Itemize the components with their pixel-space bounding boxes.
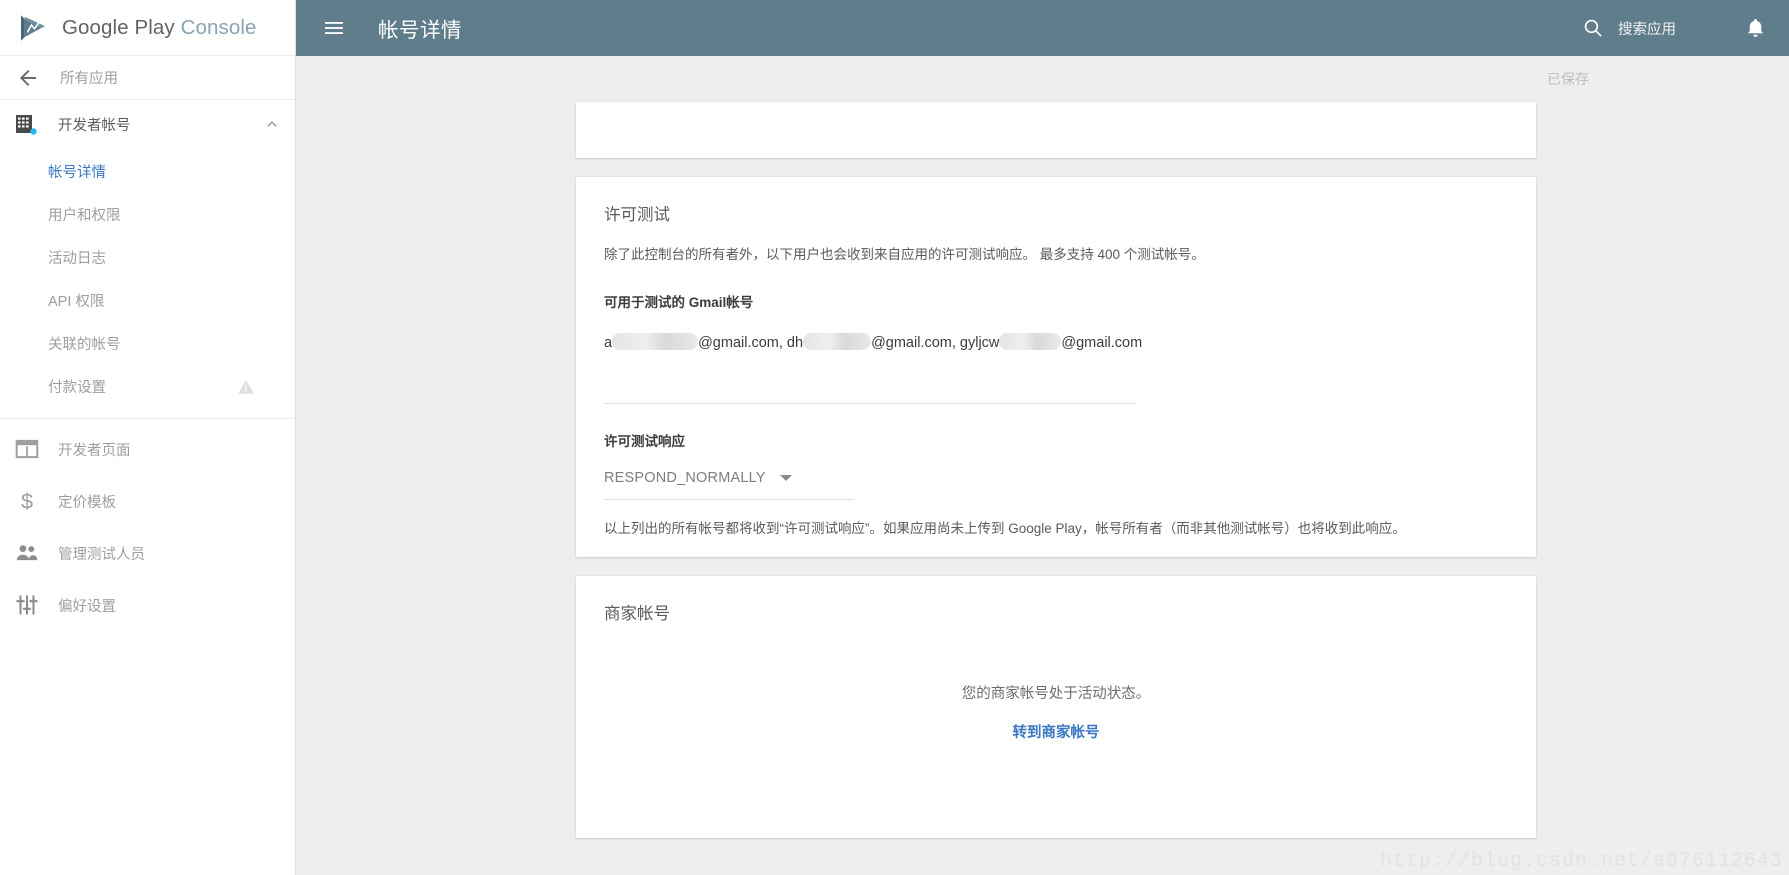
sidebar-item-pricing-templates[interactable]: $ 定价模板 — [0, 475, 295, 527]
sidebar-item-manage-testers[interactable]: 管理测试人员 — [0, 527, 295, 579]
brand-word-google-play: Google Play — [62, 15, 175, 39]
hamburger-menu-icon[interactable] — [322, 16, 346, 40]
sidebar-subitem-label: 用户和权限 — [48, 208, 121, 224]
sidebar-subitem-label: 活动日志 — [48, 251, 106, 267]
merchant-account-title: 商家帐号 — [604, 605, 670, 624]
save-status-row: 已保存 — [296, 56, 1789, 102]
sidebar-item-label: 偏好设置 — [58, 598, 116, 615]
sidebar-subnav: 帐号详情 用户和权限 活动日志 API 权限 关联的帐号 付款设置 — [0, 148, 295, 408]
sidebar-item-api-access[interactable]: API 权限 — [0, 279, 295, 322]
gmail-field-underline — [604, 403, 1136, 405]
sidebar-item-users-permissions[interactable]: 用户和权限 — [0, 193, 295, 236]
search-label: 搜索应用 — [1618, 21, 1676, 38]
gmail-accounts-label: 可用于测试的 Gmail帐号 — [604, 295, 754, 311]
sidebar-subitem-label: 帐号详情 — [48, 165, 106, 181]
license-response-select[interactable]: RESPOND_NORMALLY — [604, 470, 854, 486]
brand-header[interactable]: Google Play Console — [0, 0, 295, 56]
search-icon — [1584, 19, 1602, 37]
bell-icon[interactable] — [1744, 16, 1767, 40]
app-root: Google Play Console 所有应用 开发者帐号 帐号详情 用户和权… — [0, 0, 1789, 875]
sidebar-item-developer-page[interactable]: 开发者页面 — [0, 423, 295, 475]
license-testing-card: 许可测试 除了此控制台的所有者外，以下用户也会收到来自应用的许可测试响应。 最多… — [576, 177, 1536, 558]
sidebar-item-label: 管理测试人员 — [58, 546, 145, 563]
svg-text:$: $ — [21, 489, 33, 514]
sidebar-item-payment-settings[interactable]: 付款设置 — [0, 365, 295, 408]
email-suffix-3: @gmail.com — [1061, 335, 1143, 352]
redaction-block-1 — [612, 333, 699, 351]
sidebar-item-preferences[interactable]: 偏好设置 — [0, 579, 295, 631]
card-previous-section-partial — [576, 102, 1536, 158]
license-response-note: 以上列出的所有帐号都将收到“许可测试响应”。如果应用尚未上传到 Google P… — [604, 521, 1406, 537]
sidebar-item-label: 定价模板 — [58, 494, 116, 511]
merchant-account-body: 您的商家帐号处于活动状态。 转到商家帐号 — [576, 682, 1536, 742]
redaction-block-2 — [803, 333, 872, 351]
chevron-down-icon — [779, 475, 792, 482]
license-response-value: RESPOND_NORMALLY — [604, 470, 766, 487]
sidebar-subitem-label: API 权限 — [48, 294, 105, 310]
license-response-underline — [604, 499, 854, 501]
arrow-left-icon — [20, 69, 36, 86]
merchant-account-status: 您的商家帐号处于活动状态。 — [961, 686, 1151, 703]
license-testing-description: 除了此控制台的所有者外，以下用户也会收到来自应用的许可测试响应。 最多支持 40… — [604, 247, 1205, 262]
email-prefix-1: a — [604, 335, 613, 352]
sidebar: Google Play Console 所有应用 开发者帐号 帐号详情 用户和权… — [0, 0, 296, 875]
sidebar-back-label: 所有应用 — [60, 71, 118, 87]
sidebar-item-label: 开发者页面 — [58, 442, 131, 459]
brand-word-console: Console — [180, 15, 257, 39]
sidebar-item-linked-accounts[interactable]: 关联的帐号 — [0, 322, 295, 365]
content-scroll-area[interactable]: 已保存 许可测试 除了此控制台的所有者外，以下用户也会收到来自应用的许可测试响应… — [296, 56, 1789, 875]
topbar: 帐号详情 搜索应用 — [296, 0, 1789, 56]
brand-title: Google Play Console — [62, 16, 257, 40]
main-area: 帐号详情 搜索应用 已保存 许可测试 除了此控制台的所有者外，以下用户也会收到来… — [296, 0, 1789, 875]
warning-triangle-icon — [238, 379, 254, 394]
people-group-icon — [14, 540, 40, 566]
sidebar-back-all-apps[interactable]: 所有应用 — [0, 56, 295, 100]
page-title: 帐号详情 — [378, 19, 462, 42]
topbar-actions: 搜索应用 — [1582, 16, 1767, 40]
chevron-up-icon[interactable] — [263, 115, 281, 133]
gmail-accounts-value[interactable]: a @gmail.com, dh @gmail.com, gyljcw @gmail.… — [604, 333, 1508, 351]
sidebar-group-label: 开发者帐号 — [58, 117, 131, 134]
sidebar-divider — [0, 418, 295, 419]
watermark-text: http://blog.csdn.net/a976112643 — [1379, 850, 1783, 873]
sidebar-item-account-details[interactable]: 帐号详情 — [0, 150, 295, 193]
sidebar-subitem-label: 付款设置 — [48, 380, 106, 396]
redaction-block-3 — [999, 333, 1062, 351]
developer-account-building-icon — [14, 111, 40, 137]
go-to-merchant-account-link[interactable]: 转到商家帐号 — [1013, 721, 1100, 742]
license-response-label: 许可测试响应 — [604, 434, 685, 450]
card-column: 许可测试 除了此控制台的所有者外，以下用户也会收到来自应用的许可测试响应。 最多… — [576, 102, 1536, 839]
google-play-logo-icon — [21, 14, 45, 41]
sidebar-group-developer-account[interactable]: 开发者帐号 — [0, 100, 295, 148]
license-testing-title: 许可测试 — [604, 206, 670, 224]
save-status-badge: 已保存 — [1547, 71, 1589, 87]
merchant-account-card: 商家帐号 您的商家帐号处于活动状态。 转到商家帐号 — [576, 576, 1536, 839]
email-suffix-1: @gmail.com, dh — [698, 335, 804, 352]
sidebar-subitem-label: 关联的帐号 — [48, 337, 121, 353]
preferences-sliders-icon — [14, 592, 40, 618]
developer-page-icon — [14, 436, 40, 462]
email-suffix-2: @gmail.com, gyljcw — [871, 335, 1000, 352]
dollar-sign-icon: $ — [14, 488, 40, 514]
search-app-button[interactable]: 搜索应用 — [1582, 17, 1676, 39]
sidebar-item-activity-log[interactable]: 活动日志 — [0, 236, 295, 279]
